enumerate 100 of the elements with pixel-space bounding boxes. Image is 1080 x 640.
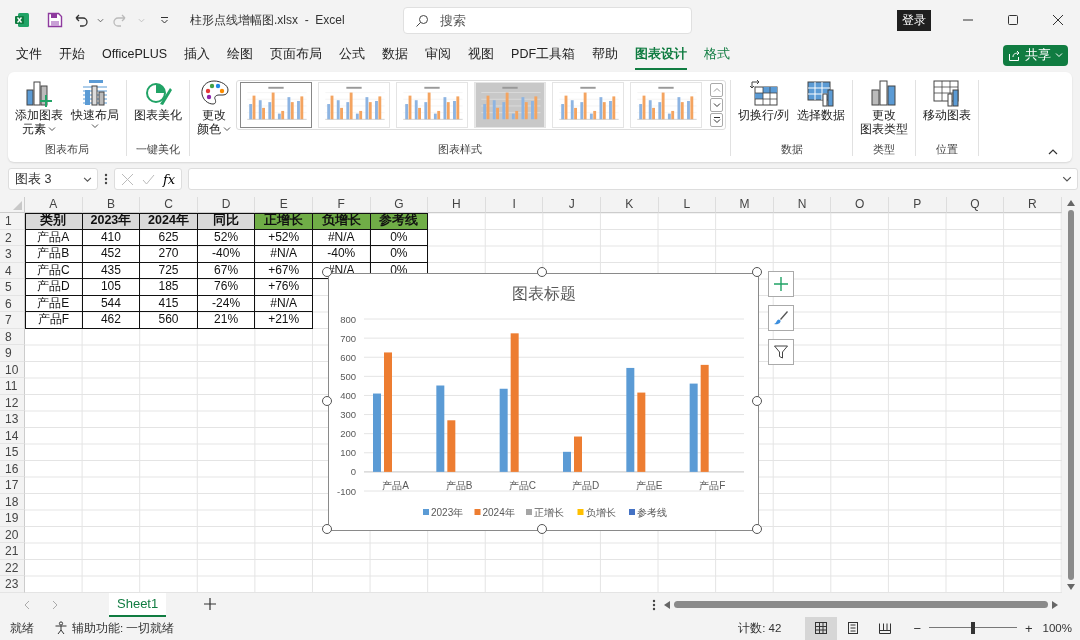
- caret-icon: [1055, 51, 1063, 59]
- header-cell: 同比: [197, 213, 256, 230]
- chart-styles-button[interactable]: [768, 305, 794, 331]
- menu-tab[interactable]: 插入: [184, 40, 211, 70]
- column-header[interactable]: H: [428, 197, 486, 213]
- menu-tab[interactable]: 视图: [468, 40, 495, 70]
- ribbon-button[interactable]: 添加图表 元素: [12, 78, 66, 136]
- axis-label: 0: [350, 466, 356, 478]
- caret-icon: [83, 175, 92, 184]
- ribbon-button[interactable]: 选择数据: [794, 78, 849, 122]
- table-cell: 产品E: [25, 295, 83, 312]
- login-button[interactable]: 登录: [897, 9, 931, 31]
- swap-table-icon: [748, 78, 779, 108]
- more-icon[interactable]: [104, 173, 108, 185]
- filter-icon: [773, 344, 789, 360]
- share-button[interactable]: 共享: [1003, 44, 1068, 66]
- column-header[interactable]: L: [658, 197, 717, 213]
- ribbon-button[interactable]: 更改 颜色: [194, 78, 234, 136]
- column-header[interactable]: M: [716, 197, 774, 213]
- more-icon[interactable]: [652, 598, 657, 611]
- menu-tab[interactable]: 图表设计: [635, 40, 688, 70]
- resize-handle[interactable]: [752, 267, 762, 277]
- slider-thumb[interactable]: [971, 622, 975, 635]
- arrow-right-icon[interactable]: [1052, 600, 1059, 609]
- menu-tab[interactable]: 公式: [339, 40, 366, 70]
- resize-handle[interactable]: [752, 396, 762, 406]
- more-button[interactable]: [710, 113, 723, 127]
- menu-tab[interactable]: OfficePLUS: [102, 40, 168, 70]
- group-label: 数据: [779, 142, 804, 156]
- ribbon-button[interactable]: 快速布局: [68, 78, 122, 130]
- column-header[interactable]: I: [485, 197, 544, 213]
- ribbon-button[interactable]: 移动图表: [920, 78, 975, 122]
- arrow-up-icon[interactable]: [1067, 200, 1075, 206]
- check-icon[interactable]: [142, 172, 155, 186]
- arrow-left-icon[interactable]: [664, 600, 671, 609]
- plus-icon: [773, 276, 789, 292]
- menu-tab[interactable]: 开始: [59, 40, 85, 70]
- zoom-in-button[interactable]: +: [1021, 620, 1037, 636]
- menu-tab[interactable]: 格式: [704, 40, 731, 70]
- ribbon-button[interactable]: 图表美化: [131, 78, 185, 122]
- column-header[interactable]: J: [543, 197, 601, 213]
- collapse-ribbon-button[interactable]: [1048, 148, 1058, 156]
- row-header[interactable]: 15: [0, 444, 25, 461]
- legend-item: 2023年: [423, 507, 464, 518]
- row-header[interactable]: 23: [0, 576, 25, 593]
- insert-function-button[interactable]: fx: [163, 171, 176, 187]
- zoom-level[interactable]: 100%: [1042, 622, 1072, 635]
- row-header[interactable]: 5: [0, 279, 25, 296]
- customize-toolbar-icon[interactable]: [160, 15, 169, 25]
- row-header[interactable]: 21: [0, 543, 25, 560]
- table-cell: 625: [140, 229, 198, 246]
- sheet-tab[interactable]: Sheet1: [109, 592, 167, 617]
- resize-handle[interactable]: [752, 524, 762, 534]
- legend-label: 负增长: [585, 507, 616, 518]
- menu-tab[interactable]: 审阅: [425, 40, 452, 70]
- column-header[interactable]: P: [888, 197, 947, 213]
- column-header[interactable]: Q: [946, 197, 1005, 213]
- row-header[interactable]: 11: [0, 378, 25, 395]
- table-cell: 0%: [370, 246, 429, 263]
- axis-label: 600: [340, 351, 356, 363]
- caret-icon: [97, 16, 104, 24]
- menu-tab[interactable]: 文件: [16, 40, 42, 70]
- table-cell: 产品D: [25, 279, 83, 296]
- arrow-down-icon[interactable]: [1067, 583, 1075, 590]
- menu-tab[interactable]: 帮助: [592, 40, 619, 70]
- row-header[interactable]: 19: [0, 510, 25, 527]
- view-button[interactable]: [805, 616, 838, 640]
- row-header[interactable]: 7: [0, 312, 25, 329]
- zoom-out-button[interactable]: −: [909, 620, 925, 636]
- header-cell: 类别: [25, 213, 83, 230]
- column-header[interactable]: K: [600, 197, 659, 213]
- column-header[interactable]: N: [773, 197, 832, 213]
- menu-tab[interactable]: PDF工具箱: [511, 40, 576, 70]
- row-header[interactable]: 1: [0, 213, 25, 230]
- formula-field[interactable]: [188, 168, 1078, 190]
- search-field[interactable]: 搜索: [403, 6, 692, 34]
- menu-tab[interactable]: 绘图: [227, 40, 254, 70]
- row-header[interactable]: 3: [0, 246, 25, 263]
- row-header[interactable]: 17: [0, 477, 25, 494]
- menu-tab[interactable]: 数据: [382, 40, 409, 70]
- table-cell: 462: [82, 312, 141, 329]
- column-header[interactable]: O: [831, 197, 889, 213]
- row-header[interactable]: 13: [0, 411, 25, 428]
- table-cell: 52%: [197, 229, 256, 246]
- ribbon-button[interactable]: 切换行/列: [735, 78, 793, 122]
- column-header[interactable]: R: [1004, 197, 1062, 213]
- save-icon[interactable]: [47, 12, 63, 28]
- legend-label: 2023年: [431, 507, 464, 518]
- menu-tab[interactable]: 页面布局: [270, 40, 323, 70]
- row-header[interactable]: 9: [0, 345, 25, 362]
- resize-handle[interactable]: [322, 396, 332, 406]
- resize-handle[interactable]: [537, 524, 547, 534]
- name-box[interactable]: 图表 3: [8, 168, 98, 190]
- accessibility-button[interactable]: 辅助功能: 一切就绪: [54, 620, 175, 636]
- chart-filters-button[interactable]: [768, 339, 794, 365]
- resize-handle[interactable]: [537, 267, 547, 277]
- ribbon-button[interactable]: 更改 图表类型: [857, 78, 912, 136]
- resize-handle[interactable]: [322, 524, 332, 534]
- chart-style-thumbnail[interactable]: [240, 82, 312, 128]
- chart-area[interactable]: 图表标题 -100 0 100 200 300 400 500 600 700 800 产品A 产品B 产品C 产品D 产品E 产品F 2023年 2024年 正增长 负增长 参考线: [328, 273, 759, 531]
